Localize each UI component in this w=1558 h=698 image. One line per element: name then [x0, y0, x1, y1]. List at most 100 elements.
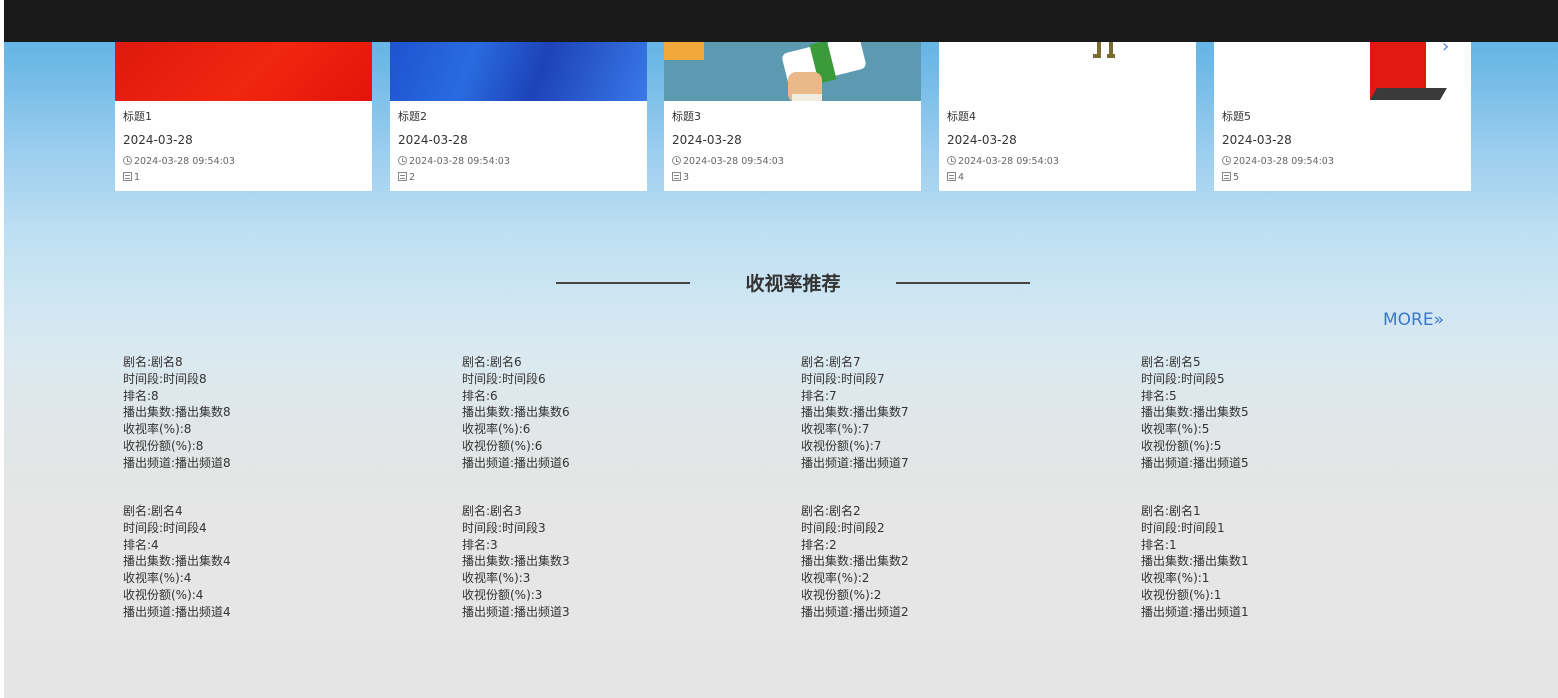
rating-share: 收视份额(%):6: [462, 438, 543, 453]
rating-rank: 排名:8: [123, 388, 159, 403]
news-date: 2024-03-28: [672, 133, 742, 147]
rating-rank: 排名:7: [801, 388, 837, 403]
news-count: 5: [1222, 172, 1239, 183]
section-divider-left: [556, 282, 690, 284]
rating-share: 收视份额(%):5: [1141, 438, 1222, 453]
section-divider-right: [896, 282, 1030, 284]
rating-rate: 收视率(%):2: [801, 571, 870, 586]
news-time-value: 2024-03-28 09:54:03: [409, 156, 510, 167]
rating-channel: 播出频道:播出频道3: [462, 604, 570, 619]
news-count-value: 4: [958, 172, 965, 183]
rating-item[interactable]: 剧名:剧名8 时间段:时间段8 排名:8 播出集数:播出集数8 收视率(%):8…: [123, 354, 423, 472]
rating-slot: 时间段:时间段6: [462, 371, 546, 386]
document-icon: [947, 172, 956, 181]
figure-shoe: [1107, 54, 1115, 58]
rating-share: 收视份额(%):7: [801, 438, 882, 453]
more-link[interactable]: MORE»: [1383, 310, 1444, 330]
rating-item[interactable]: 剧名:剧名4 时间段:时间段4 排名:4 播出集数:播出集数4 收视率(%):4…: [123, 503, 423, 621]
rating-item[interactable]: 剧名:剧名1 时间段:时间段1 排名:1 播出集数:播出集数1 收视率(%):1…: [1141, 503, 1441, 621]
rating-rate: 收视率(%):7: [801, 422, 870, 437]
rating-rate: 收视率(%):8: [123, 422, 192, 437]
rating-name: 剧名:剧名8: [123, 355, 183, 369]
rating-slot: 时间段:时间段1: [1141, 520, 1225, 535]
rating-name: 剧名:剧名5: [1141, 355, 1201, 369]
rating-episodes: 播出集数:播出集数4: [123, 554, 231, 569]
section-title: 收视率推荐: [745, 273, 841, 295]
news-count: 1: [123, 172, 140, 183]
rating-rank: 排名:3: [462, 537, 498, 552]
rating-episodes: 播出集数:播出集数5: [1141, 405, 1249, 420]
document-icon: [672, 172, 681, 181]
news-time-value: 2024-03-28 09:54:03: [1233, 156, 1334, 167]
news-title[interactable]: 标题5: [1222, 108, 1251, 124]
rating-channel: 播出频道:播出频道8: [123, 455, 231, 470]
news-time-value: 2024-03-28 09:54:03: [958, 156, 1059, 167]
rating-item[interactable]: 剧名:剧名3 时间段:时间段3 排名:3 播出集数:播出集数3 收视率(%):3…: [462, 503, 762, 621]
document-icon: [1222, 172, 1231, 181]
news-time: 2024-03-28 09:54:03: [672, 156, 784, 167]
rating-slot: 时间段:时间段3: [462, 520, 546, 535]
news-count: 4: [947, 172, 964, 183]
figure-shoe: [1093, 54, 1101, 58]
news-count-value: 2: [409, 172, 416, 183]
rating-name: 剧名:剧名7: [801, 355, 861, 369]
news-date: 2024-03-28: [123, 133, 193, 147]
news-count-value: 1: [134, 172, 141, 183]
rating-rate: 收视率(%):6: [462, 422, 531, 437]
rating-rate: 收视率(%):4: [123, 571, 192, 586]
news-time: 2024-03-28 09:54:03: [1222, 156, 1334, 167]
thumbnail-shape: [1370, 88, 1447, 100]
rating-slot: 时间段:时间段7: [801, 371, 885, 386]
rating-channel: 播出频道:播出频道1: [1141, 604, 1249, 619]
news-count-value: 3: [683, 172, 690, 183]
news-title[interactable]: 标题4: [947, 108, 976, 124]
top-navigation-bar: [4, 0, 1558, 42]
rating-channel: 播出频道:播出频道5: [1141, 455, 1249, 470]
news-time: 2024-03-28 09:54:03: [398, 156, 510, 167]
rating-share: 收视份额(%):8: [123, 438, 204, 453]
clock-icon: [947, 156, 956, 165]
page-left-edge: [0, 0, 4, 698]
news-date: 2024-03-28: [398, 133, 468, 147]
rating-episodes: 播出集数:播出集数3: [462, 554, 570, 569]
news-time-value: 2024-03-28 09:54:03: [683, 156, 784, 167]
news-time: 2024-03-28 09:54:03: [947, 156, 1059, 167]
news-title[interactable]: 标题2: [398, 108, 427, 124]
rating-channel: 播出频道:播出频道6: [462, 455, 570, 470]
news-title[interactable]: 标题1: [123, 108, 152, 124]
rating-rank: 排名:4: [123, 537, 159, 552]
rating-rate: 收视率(%):5: [1141, 422, 1210, 437]
rating-item[interactable]: 剧名:剧名6 时间段:时间段6 排名:6 播出集数:播出集数6 收视率(%):6…: [462, 354, 762, 472]
rating-channel: 播出频道:播出频道4: [123, 604, 231, 619]
clock-icon: [123, 156, 132, 165]
rating-name: 剧名:剧名6: [462, 355, 522, 369]
rating-rank: 排名:6: [462, 388, 498, 403]
rating-item[interactable]: 剧名:剧名5 时间段:时间段5 排名:5 播出集数:播出集数5 收视率(%):5…: [1141, 354, 1441, 472]
rating-slot: 时间段:时间段5: [1141, 371, 1225, 386]
rating-rank: 排名:5: [1141, 388, 1177, 403]
rating-share: 收视份额(%):3: [462, 587, 543, 602]
news-time: 2024-03-28 09:54:03: [123, 156, 235, 167]
news-count-value: 5: [1233, 172, 1240, 183]
news-count: 2: [398, 172, 415, 183]
news-time-value: 2024-03-28 09:54:03: [134, 156, 235, 167]
rating-rank: 排名:2: [801, 537, 837, 552]
rating-name: 剧名:剧名2: [801, 504, 861, 518]
rating-share: 收视份额(%):2: [801, 587, 882, 602]
rating-slot: 时间段:时间段4: [123, 520, 207, 535]
rating-slot: 时间段:时间段2: [801, 520, 885, 535]
rating-name: 剧名:剧名3: [462, 504, 522, 518]
rating-episodes: 播出集数:播出集数8: [123, 405, 231, 420]
rating-share: 收视份额(%):4: [123, 587, 204, 602]
rating-name: 剧名:剧名1: [1141, 504, 1201, 518]
news-date: 2024-03-28: [1222, 133, 1292, 147]
document-icon: [398, 172, 407, 181]
rating-item[interactable]: 剧名:剧名7 时间段:时间段7 排名:7 播出集数:播出集数7 收视率(%):7…: [801, 354, 1101, 472]
rating-item[interactable]: 剧名:剧名2 时间段:时间段2 排名:2 播出集数:播出集数2 收视率(%):2…: [801, 503, 1101, 621]
rating-rate: 收视率(%):1: [1141, 571, 1210, 586]
thumbnail-shape: [664, 42, 704, 60]
news-title[interactable]: 标题3: [672, 108, 701, 124]
news-count: 3: [672, 172, 689, 183]
rating-rank: 排名:1: [1141, 537, 1177, 552]
rating-slot: 时间段:时间段8: [123, 371, 207, 386]
